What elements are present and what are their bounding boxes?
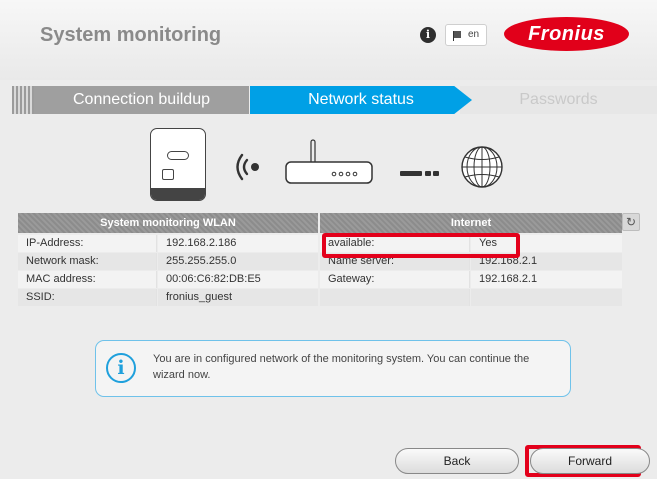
ssid-value: fronius_guest [158, 289, 318, 306]
table-row: MAC address: 00:06:C6:82:DB:E5 Gateway: … [18, 271, 622, 288]
info-icon[interactable]: i [420, 27, 436, 43]
info-message-text: You are in configured network of the mon… [153, 353, 530, 381]
empty-cell [320, 289, 470, 306]
mac-address-value: 00:06:C6:82:DB:E5 [158, 271, 318, 288]
ip-address-label: IP-Address: [18, 235, 157, 252]
wizard-steps: Connection buildup Passwords Network sta… [12, 86, 657, 114]
globe-icon [461, 146, 503, 188]
step-connection-buildup[interactable]: Connection buildup [34, 86, 249, 114]
mac-address-label: MAC address: [18, 271, 157, 288]
language-label: en [468, 29, 480, 40]
gateway-label: Gateway: [320, 271, 470, 288]
internet-header: Internet [320, 213, 622, 233]
step-network-status: Network status [250, 86, 472, 114]
wifi-signal-icon [236, 153, 259, 181]
inverter-icon [150, 128, 206, 201]
table-row: IP-Address: 192.168.2.186 available: Yes [18, 235, 622, 252]
info-message-box: i You are in configured network of the m… [95, 340, 571, 397]
info-circle-icon: i [106, 353, 136, 383]
ip-address-value: 192.168.2.186 [158, 235, 318, 252]
refresh-icon[interactable]: ↻ [622, 213, 640, 231]
network-mask-value: 255.255.255.0 [158, 253, 318, 270]
table-row: SSID: fronius_guest [18, 289, 622, 306]
table-row: Network mask: 255.255.255.0 Name server:… [18, 253, 622, 270]
steps-stripe-decoration [12, 86, 34, 114]
language-selector[interactable]: en [445, 24, 487, 46]
network-mask-label: Network mask: [18, 253, 157, 270]
empty-cell [471, 289, 622, 306]
gateway-value: 192.168.2.1 [471, 271, 622, 288]
back-button[interactable]: Back [395, 448, 519, 474]
ssid-label: SSID: [18, 289, 157, 306]
flag-icon [453, 31, 461, 41]
table-header: System monitoring WLAN Internet [18, 213, 622, 233]
available-highlight-box [322, 233, 520, 258]
router-icon [285, 139, 373, 184]
wlan-header: System monitoring WLAN [18, 213, 318, 233]
forward-button[interactable]: Forward [530, 448, 650, 474]
page-title: System monitoring [40, 24, 222, 46]
step-passwords: Passwords [460, 86, 657, 114]
header: System monitoring i en Fronius [0, 0, 657, 80]
fronius-logo: Fronius [504, 17, 629, 51]
